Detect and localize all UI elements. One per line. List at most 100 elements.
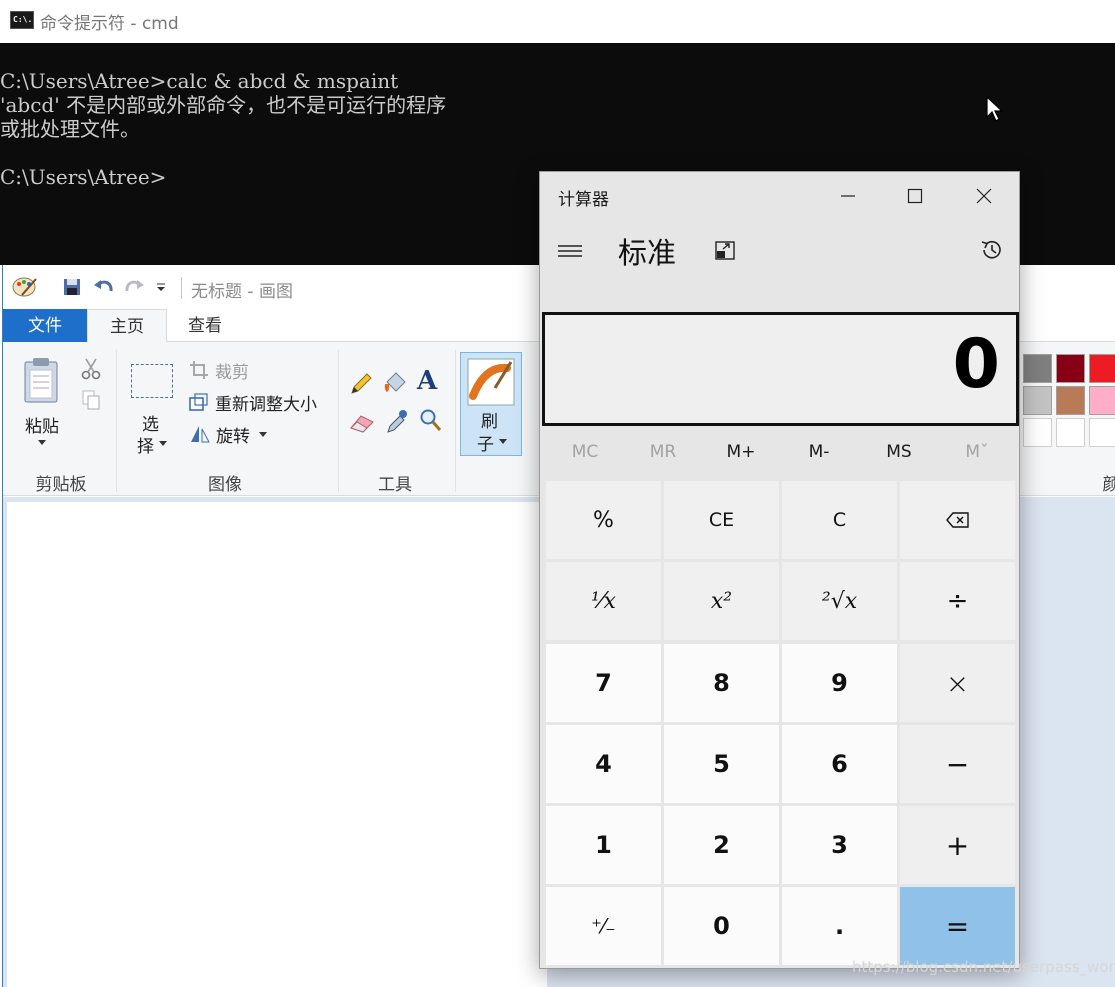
tab-file[interactable]: 文件 xyxy=(3,309,87,343)
color-swatch[interactable] xyxy=(1089,354,1115,383)
select-button[interactable]: 选 择 xyxy=(127,360,175,462)
digit-2-button[interactable]: 2 xyxy=(664,806,779,884)
paste-button[interactable]: 粘贴 xyxy=(21,356,65,468)
decimal-button[interactable]: . xyxy=(782,887,897,965)
calculator-mode-title: 标准 xyxy=(618,236,677,270)
memory-list-button[interactable]: Mˇ xyxy=(938,442,1016,462)
crop-icon xyxy=(190,361,208,379)
crop-button[interactable]: 裁剪 xyxy=(189,358,269,383)
digit-4-button[interactable]: 4 xyxy=(546,725,661,803)
reciprocal-button[interactable]: ¹⁄x xyxy=(546,562,661,640)
console-line-prompt: C:\Users\Atree> xyxy=(0,165,167,189)
calculator-window[interactable]: 计算器 标准 0 MC MR M+ M- MS Mˇ % CE C ¹⁄x x²… xyxy=(539,171,1020,969)
redo-icon[interactable] xyxy=(123,275,147,299)
brushes-button[interactable]: 刷 子 xyxy=(460,352,522,456)
subtract-button[interactable]: − xyxy=(900,725,1015,803)
qat-divider xyxy=(181,277,182,299)
tab-view[interactable]: 查看 xyxy=(167,309,243,343)
square-label: x² xyxy=(710,588,733,614)
close-button[interactable] xyxy=(954,178,1014,214)
group-label-clipboard: 剪贴板 xyxy=(35,475,87,495)
square-root-button[interactable]: ²√x xyxy=(782,562,897,640)
group-label-tools: 工具 xyxy=(378,475,412,495)
maximize-button[interactable] xyxy=(885,178,945,214)
digit-3-button[interactable]: 3 xyxy=(782,806,897,884)
mouse-cursor-icon xyxy=(986,95,1004,122)
customize-qat-dropdown-icon[interactable] xyxy=(153,275,169,299)
digit-6-button[interactable]: 6 xyxy=(782,725,897,803)
select-label-bottom: 择 xyxy=(137,437,154,457)
negate-button[interactable]: ⁺⁄₋ xyxy=(546,887,661,965)
digit-1-button[interactable]: 1 xyxy=(546,806,661,884)
save-icon[interactable] xyxy=(61,275,83,299)
memory-store-button[interactable]: MS xyxy=(860,442,938,462)
memory-recall-button[interactable]: MR xyxy=(624,442,702,462)
crop-label: 裁剪 xyxy=(215,363,249,383)
hamburger-menu-icon[interactable] xyxy=(556,238,584,262)
add-button[interactable]: + xyxy=(900,806,1015,884)
memory-clear-button[interactable]: MC xyxy=(546,442,624,462)
color-swatch-empty[interactable] xyxy=(1056,418,1085,447)
ribbon-separator xyxy=(455,350,456,492)
eraser-icon[interactable] xyxy=(349,412,375,434)
digit-8-button[interactable]: 8 xyxy=(664,644,779,722)
tab-home[interactable]: 主页 xyxy=(87,309,167,343)
clear-entry-button[interactable]: CE xyxy=(664,481,779,559)
resize-button[interactable]: 重新调整大小 xyxy=(189,390,329,415)
color-swatch-empty[interactable] xyxy=(1023,418,1052,447)
digit-5-button[interactable]: 5 xyxy=(664,725,779,803)
color-swatch[interactable] xyxy=(1056,386,1085,415)
backspace-icon xyxy=(945,512,969,528)
minimize-button[interactable] xyxy=(818,178,878,214)
text-tool-icon[interactable]: A xyxy=(417,366,437,396)
digit-0-button[interactable]: 0 xyxy=(664,887,779,965)
fill-bucket-icon[interactable] xyxy=(383,370,409,396)
undo-icon[interactable] xyxy=(91,275,115,299)
color-swatch[interactable] xyxy=(1023,354,1052,383)
paint-canvas[interactable] xyxy=(7,502,547,987)
magnifier-icon[interactable] xyxy=(419,408,443,434)
color-swatch[interactable] xyxy=(1089,386,1115,415)
history-icon[interactable] xyxy=(979,237,1005,263)
backspace-button[interactable] xyxy=(900,481,1015,559)
digit-9-button[interactable]: 9 xyxy=(782,644,897,722)
ribbon-separator xyxy=(338,350,339,492)
paint-window-title: 无标题 - 画图 xyxy=(191,282,293,302)
cmd-titlebar[interactable]: C:\. 命令提示符 - cmd xyxy=(0,0,1115,43)
memory-subtract-button[interactable]: M- xyxy=(780,442,858,462)
color-swatch-empty[interactable] xyxy=(1089,418,1115,447)
calculator-titlebar[interactable]: 计算器 xyxy=(540,172,1019,222)
color-picker-icon[interactable] xyxy=(386,408,408,434)
rotate-button[interactable]: 旋转 xyxy=(189,422,269,447)
console-line-2: 'abcd' 不是内部或外部命令，也不是可运行的程序 xyxy=(0,93,447,117)
memory-row: MC MR M+ M- MS Mˇ xyxy=(540,434,1019,474)
rotate-dropdown-icon xyxy=(259,432,267,437)
resize-icon xyxy=(189,393,208,411)
brushes-dropdown-icon xyxy=(499,439,507,444)
calculator-title: 计算器 xyxy=(558,190,609,210)
digit-7-button[interactable]: 7 xyxy=(546,644,661,722)
console-line-1: C:\Users\Atree>calc & abcd & mspaint xyxy=(0,69,399,93)
maximize-icon xyxy=(907,188,923,204)
display-value: 0 xyxy=(952,325,1000,404)
paste-dropdown-icon xyxy=(38,440,46,445)
color-swatch[interactable] xyxy=(1023,386,1052,415)
divide-button[interactable]: ÷ xyxy=(900,562,1015,640)
cut-icon[interactable] xyxy=(81,358,101,384)
multiply-button[interactable]: × xyxy=(900,644,1015,722)
brush-icon xyxy=(467,358,515,406)
brushes-label-top: 刷 xyxy=(481,412,498,432)
copy-icon[interactable] xyxy=(82,390,100,414)
percent-button[interactable]: % xyxy=(546,481,661,559)
equals-button[interactable]: = xyxy=(900,887,1015,965)
clear-button[interactable]: C xyxy=(782,481,897,559)
keep-on-top-icon[interactable] xyxy=(714,240,738,262)
paint-app-icon[interactable] xyxy=(11,275,39,299)
pencil-icon[interactable] xyxy=(349,372,373,396)
resize-label: 重新调整大小 xyxy=(215,395,317,415)
color-swatch[interactable] xyxy=(1056,354,1085,383)
square-root-label: ²√x xyxy=(821,588,858,614)
memory-add-button[interactable]: M+ xyxy=(702,442,780,462)
square-button[interactable]: x² xyxy=(664,562,779,640)
calculator-display: 0 xyxy=(542,312,1019,426)
